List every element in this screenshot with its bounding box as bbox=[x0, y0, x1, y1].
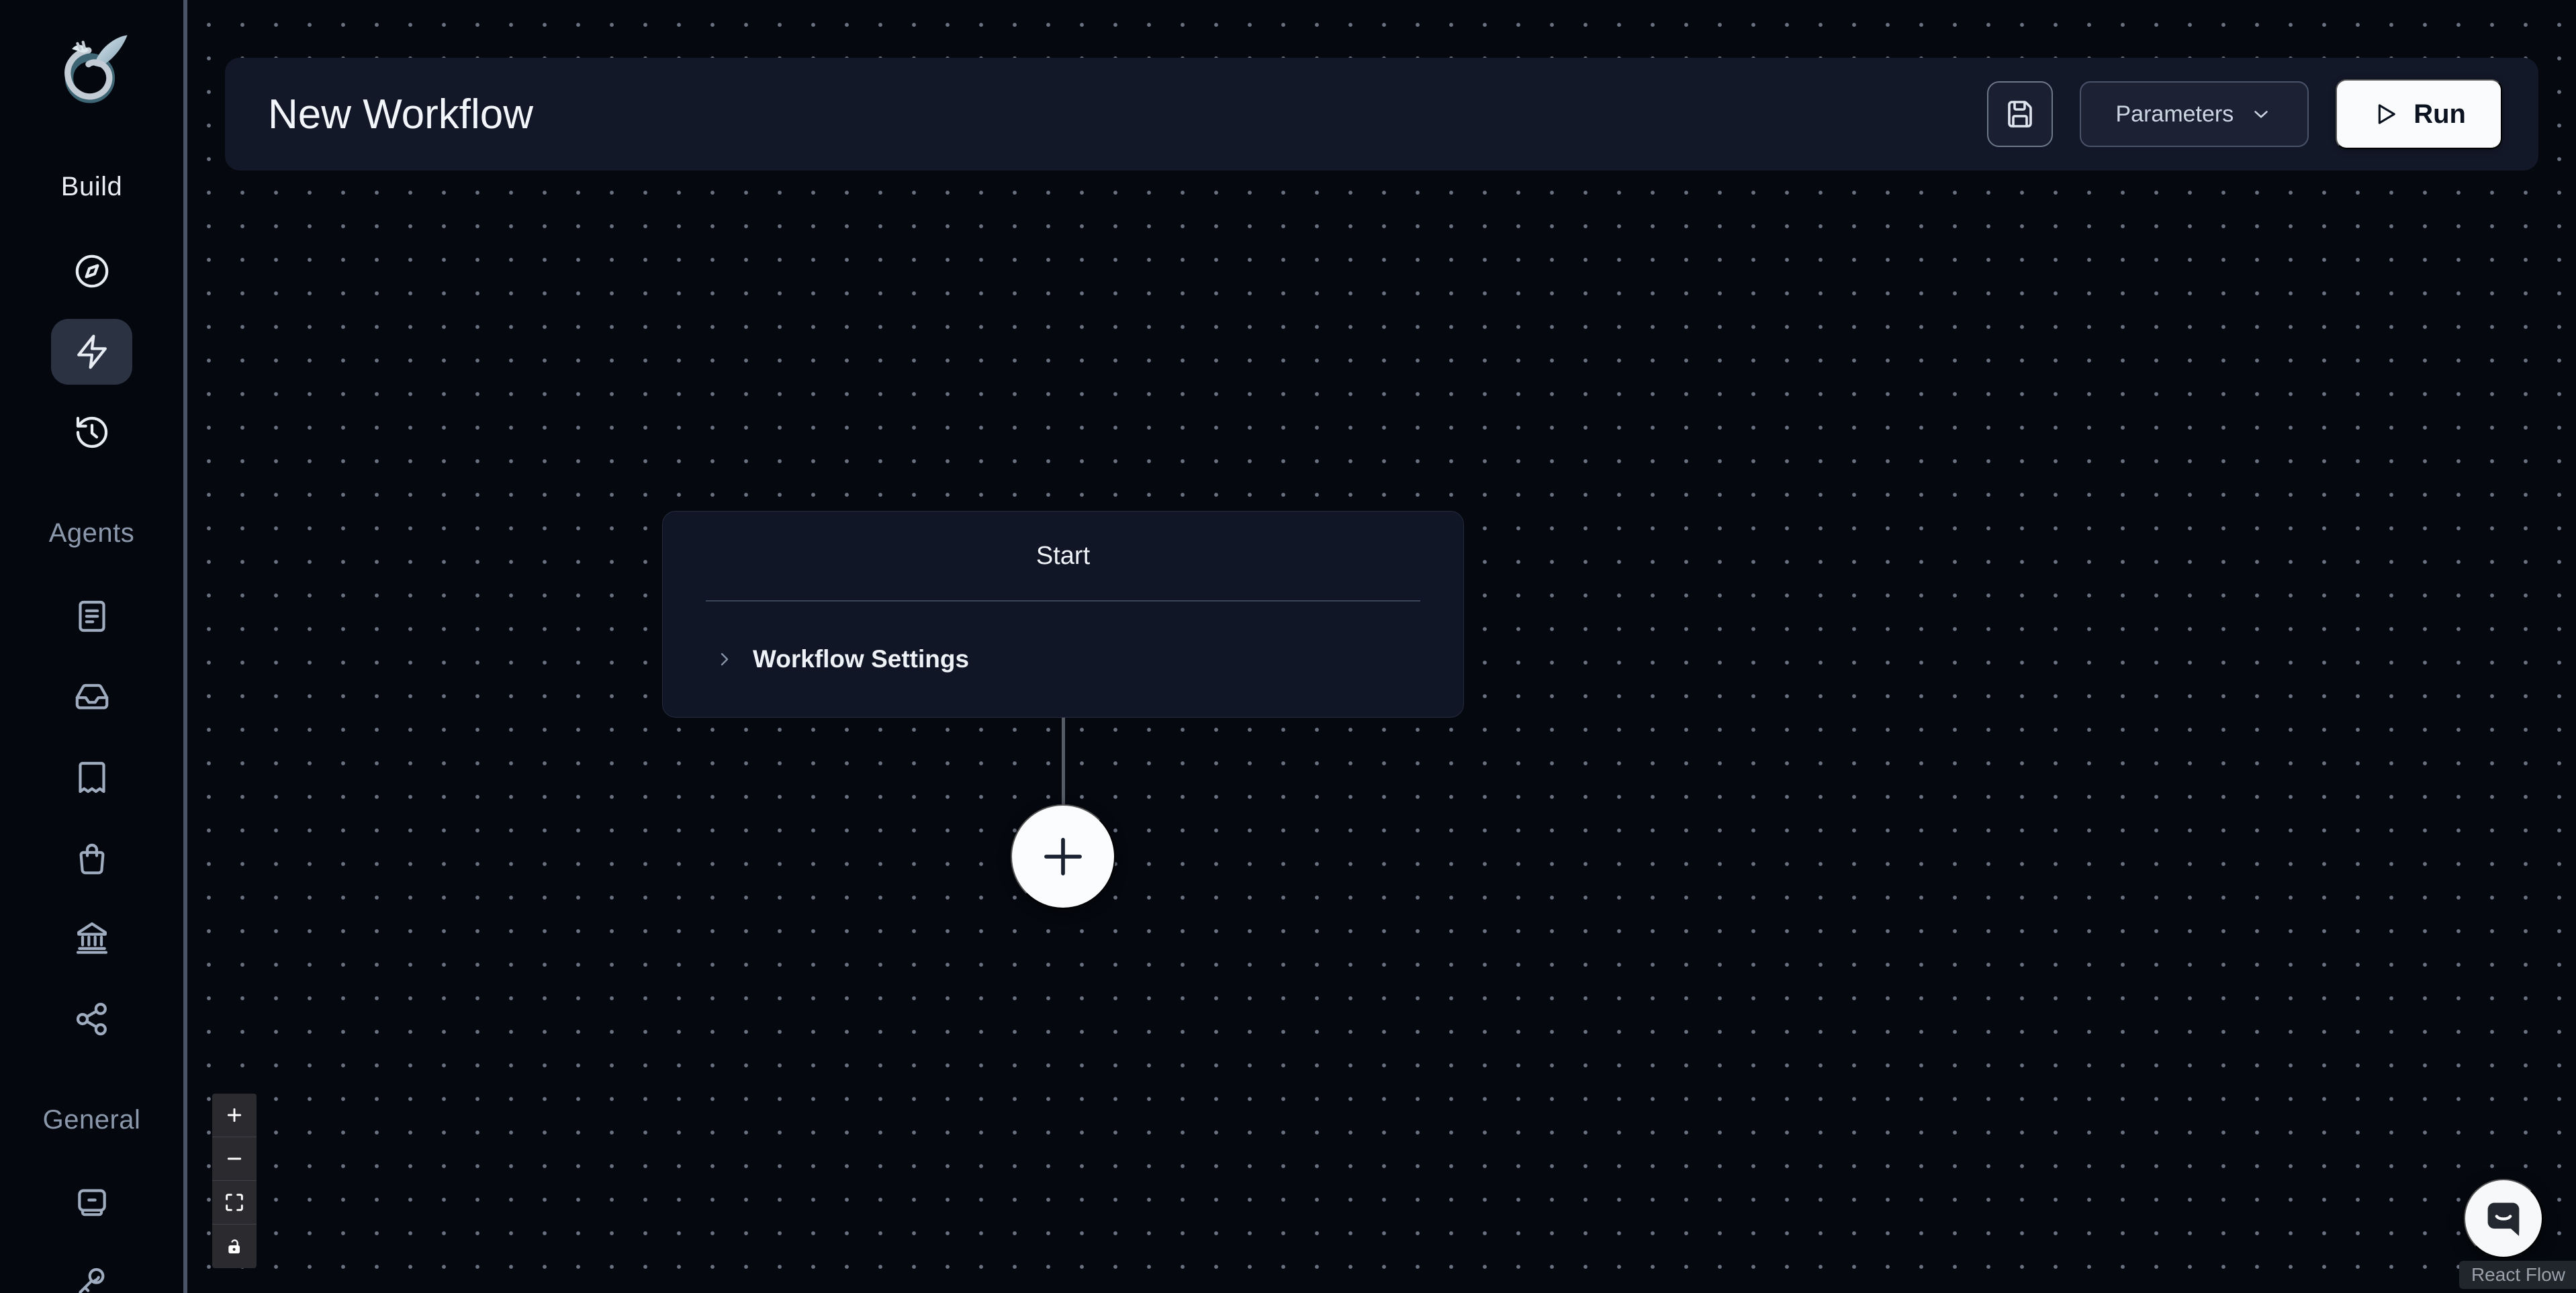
lock-toggle-button[interactable] bbox=[212, 1225, 257, 1268]
chat-widget-button[interactable] bbox=[2464, 1179, 2543, 1258]
zoom-controls bbox=[212, 1094, 257, 1268]
sidebar-canvas-divider bbox=[183, 0, 187, 1293]
plus-icon bbox=[1034, 828, 1092, 885]
start-node[interactable]: Start Workflow Settings bbox=[662, 511, 1464, 718]
sidebar-item-card-reader[interactable] bbox=[51, 1169, 132, 1235]
card-reader-icon bbox=[73, 1184, 111, 1221]
sidebar-section-general: General bbox=[0, 1105, 183, 1135]
chevron-down-icon bbox=[2250, 103, 2272, 126]
parameters-label: Parameters bbox=[2116, 101, 2234, 128]
workflow-title[interactable]: New Workflow bbox=[268, 91, 533, 138]
sidebar-item-share[interactable] bbox=[51, 986, 132, 1052]
minus-icon bbox=[224, 1148, 245, 1169]
sidebar-item-keys[interactable] bbox=[51, 1251, 132, 1293]
sidebar-section-agents: Agents bbox=[0, 518, 183, 548]
play-icon bbox=[2372, 100, 2400, 128]
workflow-edge bbox=[1062, 718, 1065, 806]
sidebar: Build Agents bbox=[0, 0, 183, 1293]
sidebar-item-history[interactable] bbox=[51, 399, 132, 465]
zoom-out-button[interactable] bbox=[212, 1137, 257, 1181]
run-label: Run bbox=[2413, 99, 2466, 130]
history-icon bbox=[73, 414, 111, 451]
sidebar-section-build: Build bbox=[0, 172, 183, 202]
sidebar-item-inbox[interactable] bbox=[51, 664, 132, 730]
fit-view-icon bbox=[224, 1192, 245, 1213]
sidebar-item-marketplace[interactable] bbox=[51, 825, 132, 891]
fit-view-button[interactable] bbox=[212, 1181, 257, 1225]
share-network-icon bbox=[73, 1000, 111, 1038]
lock-open-icon bbox=[224, 1236, 245, 1257]
zoom-in-button[interactable] bbox=[212, 1094, 257, 1137]
dragon-logo-icon bbox=[47, 27, 136, 115]
run-button[interactable]: Run bbox=[2336, 79, 2502, 149]
shopping-bag-icon bbox=[73, 839, 111, 877]
sidebar-item-explore[interactable] bbox=[51, 238, 132, 304]
sidebar-item-forms[interactable] bbox=[51, 583, 132, 649]
lightning-bolt-icon bbox=[73, 333, 111, 371]
workflow-settings-label: Workflow Settings bbox=[753, 645, 969, 673]
add-node-button[interactable] bbox=[1011, 804, 1115, 909]
inbox-icon bbox=[73, 678, 111, 716]
react-flow-attribution[interactable]: React Flow bbox=[2459, 1261, 2576, 1289]
compass-icon bbox=[73, 252, 111, 290]
workflow-settings-toggle[interactable]: Workflow Settings bbox=[663, 602, 1463, 717]
sidebar-item-workflows[interactable] bbox=[51, 319, 132, 385]
start-node-title: Start bbox=[663, 512, 1463, 600]
sidebar-item-receipts[interactable] bbox=[51, 745, 132, 810]
chat-bubble-icon bbox=[2481, 1196, 2526, 1241]
plus-icon bbox=[224, 1104, 245, 1126]
bank-icon bbox=[73, 919, 111, 957]
app-logo[interactable] bbox=[47, 27, 136, 115]
topbar-actions: Parameters Run bbox=[1987, 58, 2503, 171]
key-icon bbox=[73, 1265, 111, 1293]
workflow-topbar: New Workflow Parameters Run bbox=[225, 58, 2538, 171]
parameters-button[interactable]: Parameters bbox=[2080, 81, 2309, 147]
floppy-disk-icon bbox=[2004, 98, 2036, 130]
save-button[interactable] bbox=[1987, 81, 2053, 147]
sidebar-item-bank[interactable] bbox=[51, 905, 132, 971]
chevron-right-icon bbox=[714, 649, 735, 670]
receipt-icon bbox=[73, 759, 111, 796]
form-lines-icon bbox=[73, 597, 111, 635]
